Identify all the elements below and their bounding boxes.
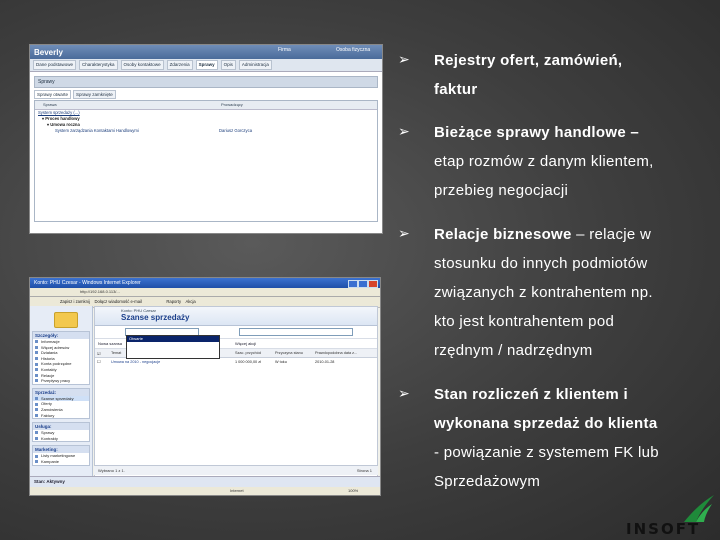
col-sprawa: Sprawa bbox=[43, 102, 57, 107]
minimize-icon[interactable] bbox=[348, 280, 358, 288]
nav-item[interactable]: Przepływy pracy bbox=[33, 378, 89, 384]
insoft-logo: INSOFT bbox=[624, 494, 720, 540]
window-title: Beverly bbox=[34, 47, 63, 57]
close-icon[interactable] bbox=[368, 280, 378, 288]
main-pane: Konto: PHU Czesar Szanse sprzedaży Filtr… bbox=[94, 306, 378, 477]
arrow-bullet-icon: ➢ bbox=[398, 385, 410, 401]
nav-item[interactable]: Kontrakty bbox=[33, 436, 89, 442]
save-close-button[interactable]: Zapisz i zamknij bbox=[60, 299, 90, 304]
relation-select[interactable]: Rekordy pokrewne pola "Dotyczy" bbox=[238, 328, 353, 336]
ie-title-bar: Konto: PHU Czesar - Windows Internet Exp… bbox=[30, 278, 380, 288]
title-option-firma[interactable]: Firma bbox=[278, 47, 291, 53]
nav-group-marketing: Marketing: Listy marketingowe Kampanie bbox=[32, 445, 90, 466]
tab-zdarzenia[interactable]: Zdarzenia bbox=[166, 60, 193, 70]
bullet-item: ➢ Stan rozliczeń z klientem i wykonana sp… bbox=[398, 385, 659, 490]
grid-header: Sprawa Prowadzący bbox=[35, 101, 377, 110]
nav-item[interactable]: Kampanie bbox=[33, 459, 89, 465]
subtab-bar: Sprawy otwarte Sprawy zamknięte bbox=[34, 90, 378, 99]
section-header: Sprawy bbox=[34, 76, 378, 88]
attach-email-button[interactable]: Dołącz wiadomość e-mail bbox=[94, 299, 141, 304]
row-owner: Dariusz Gorczyca bbox=[219, 128, 253, 133]
cases-grid: Sprawa Prowadzący System sprzedaży (...)… bbox=[34, 100, 378, 222]
ie-zone: Internet bbox=[230, 488, 244, 493]
arrow-bullet-icon: ➢ bbox=[398, 51, 410, 67]
grid-footer: Wybrano 1 z 1. Strona 1 bbox=[94, 465, 378, 475]
tab-administracja[interactable]: Administracja bbox=[238, 60, 272, 70]
dropdown-option[interactable]: Wszystkie bbox=[127, 353, 219, 359]
tab-sprawy[interactable]: Sprawy bbox=[195, 60, 218, 70]
page-indicator[interactable]: Strona 1 bbox=[357, 466, 372, 475]
ie-zoom[interactable]: 100% bbox=[348, 487, 358, 495]
window-title-bar: Beverly Firma Osoba fizyczna bbox=[30, 45, 382, 59]
view-title: Szanse sprzedaży bbox=[121, 313, 190, 322]
view-header: Konto: PHU Czesar Szanse sprzedaży bbox=[95, 307, 377, 326]
table-row[interactable]: ☐ Umowa na 2010 - negocjacje 1 000 000,0… bbox=[95, 358, 377, 365]
col-prowadzacy: Prowadzący bbox=[221, 102, 243, 107]
address-bar[interactable]: http://192.168.0.113/... bbox=[30, 288, 380, 297]
arrow-bullet-icon: ➢ bbox=[398, 225, 410, 241]
bullet-item: ➢ Bieżące sprawy handlowe – etap rozmów z… bbox=[398, 123, 654, 199]
screenshot-crm-account: Beverly Firma Osoba fizyczna Dane podsta… bbox=[29, 44, 383, 234]
action-button[interactable]: Akcja bbox=[185, 299, 195, 304]
tab-charakterystyka[interactable]: Charakterystyka bbox=[79, 60, 118, 70]
subtab-closed[interactable]: Sprawy zamknięte bbox=[73, 90, 116, 99]
nav-group-service: Usługa: Sprawy Kontrakty bbox=[32, 422, 90, 443]
maximize-icon[interactable] bbox=[358, 280, 368, 288]
nav-item[interactable]: Faktury bbox=[33, 413, 89, 419]
nav-pane: Szczegóły: Informacje Więcej adresów Dzi… bbox=[30, 306, 93, 477]
select-all-checkbox[interactable]: ☑ bbox=[95, 351, 109, 356]
folder-icon bbox=[54, 312, 78, 328]
nav-group-details: Szczegóły: Informacje Więcej adresów Dzi… bbox=[32, 331, 90, 385]
tab-opis[interactable]: Opis bbox=[220, 60, 236, 70]
bullet-item: ➢ Rejestry ofert, zamówień, faktur bbox=[398, 51, 623, 98]
record-status: Stan: Aktywny bbox=[30, 476, 380, 487]
ie-status-bar: Internet 100% bbox=[30, 487, 380, 495]
tab-osoby[interactable]: Osoby kontaktowe bbox=[120, 60, 164, 70]
bullet-item: ➢ Relacje biznesowe – relacje w stosunku … bbox=[398, 225, 653, 359]
more-actions-button[interactable]: Więcej akcji bbox=[235, 341, 256, 346]
nav-group-sales: Sprzedaż: Szanse sprzedaży Oferty Zamówi… bbox=[32, 387, 90, 420]
row-checkbox[interactable]: ☐ bbox=[95, 359, 109, 364]
tree-row[interactable]: System zarządzania Kontaktami Handlowymi… bbox=[35, 128, 377, 134]
tab-dane[interactable]: Dane podstawowe bbox=[33, 60, 77, 70]
filter-dropdown: Otwarte Wykorzystane Utracone Wszystkie bbox=[126, 335, 220, 359]
reports-button[interactable]: Raporty bbox=[166, 299, 181, 304]
new-opportunity-button[interactable]: Nowa szansa bbox=[98, 341, 122, 346]
arrow-bullet-icon: ➢ bbox=[398, 123, 410, 139]
logo-text: INSOFT bbox=[626, 520, 701, 538]
title-option-osoba[interactable]: Osoba fizyczna bbox=[336, 47, 370, 53]
subtab-open[interactable]: Sprawy otwarte bbox=[34, 90, 72, 99]
tab-bar: Dane podstawowe Charakterystyka Osoby ko… bbox=[30, 59, 382, 72]
screenshot-crm-opportunities: Konto: PHU Czesar - Windows Internet Exp… bbox=[29, 277, 381, 496]
